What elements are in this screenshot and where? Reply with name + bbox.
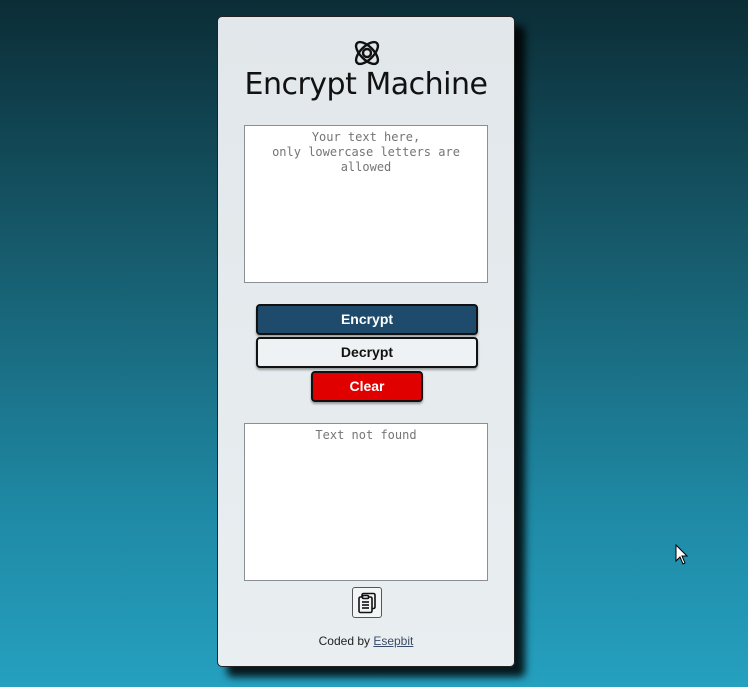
input-text-area[interactable]	[244, 125, 488, 283]
encrypt-card: Encrypt Machine Encrypt Decrypt Clear Te…	[217, 16, 515, 667]
clipboard-icon	[358, 592, 376, 613]
footer-credit: Coded by Esepbit	[218, 634, 514, 648]
clear-button[interactable]: Clear	[311, 371, 423, 402]
encrypt-button[interactable]: Encrypt	[256, 304, 478, 335]
output-text-area: Text not found	[244, 423, 488, 581]
page-title: Encrypt Machine	[244, 67, 488, 102]
footer-prefix: Coded by	[318, 634, 374, 648]
author-link[interactable]: Esepbit	[373, 634, 413, 648]
output-placeholder-text: Text not found	[315, 428, 417, 442]
mouse-cursor-icon	[675, 544, 689, 565]
copy-button[interactable]	[352, 587, 382, 618]
atom-icon	[354, 40, 380, 66]
decrypt-button[interactable]: Decrypt	[256, 337, 478, 368]
